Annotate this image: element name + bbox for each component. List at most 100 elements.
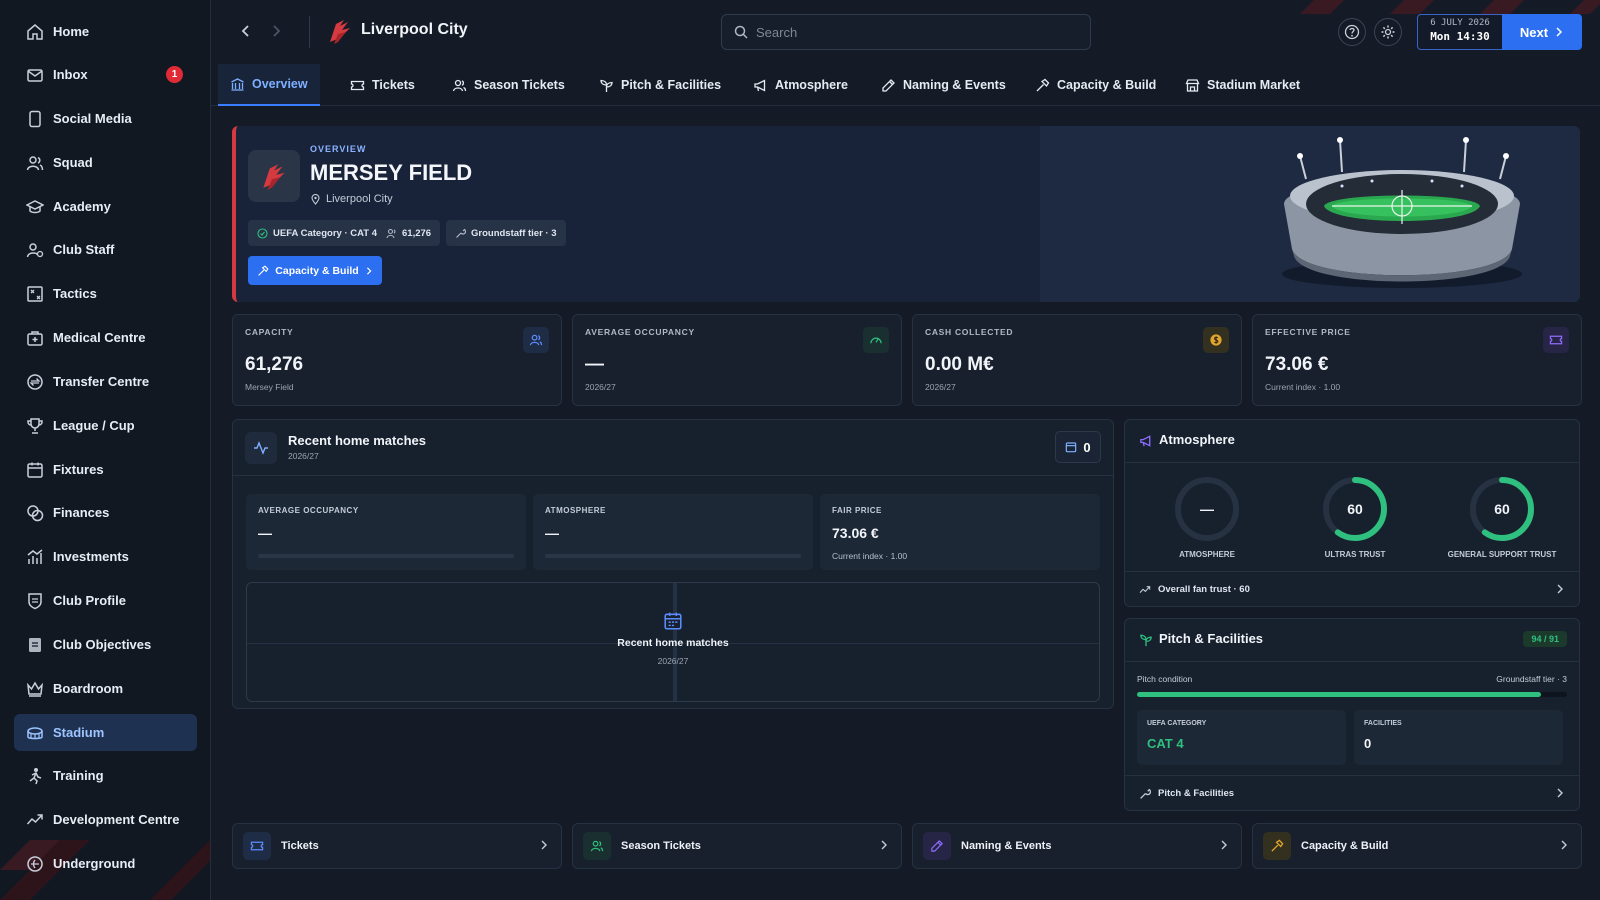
stat-label: AVERAGE OCCUPANCY <box>258 506 359 515</box>
sidebar-item-training[interactable]: Training <box>14 757 197 794</box>
kpi-capacity: CAPACITY 61,276 Mersey Field <box>232 314 562 406</box>
sidebar-item-fixtures[interactable]: Fixtures <box>14 451 197 488</box>
stat-atmosphere: ATMOSPHERE — <box>533 494 813 570</box>
tab-label: Atmosphere <box>775 78 848 92</box>
coin-icon <box>1210 334 1222 346</box>
sidebar-item-finances[interactable]: Finances <box>14 494 197 531</box>
location-pin-icon <box>311 193 320 205</box>
season-tickets-link-card[interactable]: Season Tickets <box>572 823 902 869</box>
panel-subtitle: 2026/27 <box>288 451 319 461</box>
sidebar-item-inbox[interactable]: Inbox 1 <box>14 56 197 93</box>
kpi-icon-box <box>863 327 889 353</box>
sidebar-item-investments[interactable]: Investments <box>14 538 197 575</box>
sidebar-item-label: Club Staff <box>53 242 115 257</box>
transfer-icon <box>27 373 43 390</box>
tab-label: Tickets <box>372 78 415 92</box>
sidebar-item-label: Medical Centre <box>53 330 146 345</box>
sidebar-item-label: Club Profile <box>53 593 126 608</box>
chevron-right-icon <box>1561 840 1567 850</box>
calendar-icon <box>27 462 43 478</box>
users-icon <box>26 155 44 170</box>
help-button[interactable] <box>1338 18 1366 46</box>
pitch-facilities-link[interactable]: Pitch & Facilities <box>1125 775 1579 811</box>
groundstaff-pill: Groundstaff tier · 3 <box>446 220 566 246</box>
tab-overview[interactable]: Overview <box>218 64 320 106</box>
card-label: FACILITIES <box>1364 720 1402 727</box>
card-value: CAT 4 <box>1147 736 1184 751</box>
match-count: 0 <box>1083 439 1091 455</box>
sidebar-item-league-cup[interactable]: League / Cup <box>14 407 197 444</box>
sidebar-item-underground[interactable]: Underground <box>14 845 197 882</box>
trophy-icon <box>27 417 43 434</box>
hammer-icon <box>258 264 269 276</box>
capacity-build-link-card[interactable]: Capacity & Build <box>1252 823 1582 869</box>
naming-events-link-card[interactable]: Naming & Events <box>912 823 1242 869</box>
tab-naming-events[interactable]: Naming & Events <box>881 64 1006 106</box>
sidebar-item-squad[interactable]: Squad <box>14 144 197 181</box>
trend-up-icon <box>1139 585 1151 593</box>
sidebar-item-development-centre[interactable]: Development Centre <box>14 801 197 838</box>
chevron-right-icon <box>366 266 372 275</box>
kpi-sub: 2026/27 <box>585 382 616 392</box>
search-box[interactable] <box>721 14 1091 50</box>
pill-label: UEFA Category · CAT 4 <box>273 227 377 239</box>
forward-arrow-icon[interactable] <box>265 20 287 42</box>
tab-season-tickets[interactable]: Season Tickets <box>452 64 565 106</box>
home-icon <box>27 23 43 40</box>
tab-label: Overview <box>252 77 308 91</box>
ultras-trust-gauge-ring: 60 <box>1323 477 1387 541</box>
gauge-value: — <box>1200 501 1214 517</box>
sidebar-item-label: Investments <box>53 549 129 564</box>
sidebar-item-stadium[interactable]: Stadium <box>14 714 197 751</box>
overall-fan-trust-link[interactable]: Overall fan trust · 60 <box>1125 571 1579 607</box>
coins-icon <box>27 504 44 521</box>
sidebar-item-medical-centre[interactable]: Medical Centre <box>14 319 197 356</box>
capacity-build-button[interactable]: Capacity & Build <box>248 256 382 285</box>
tickets-link-card[interactable]: Tickets <box>232 823 562 869</box>
sidebar-item-social-media[interactable]: Social Media <box>14 100 197 137</box>
general-support-gauge-ring: 60 <box>1470 477 1534 541</box>
next-button[interactable]: Next <box>1502 14 1582 50</box>
tab-pitch-facilities[interactable]: Pitch & Facilities <box>599 64 721 106</box>
sidebar-item-academy[interactable]: Academy <box>14 188 197 225</box>
settings-button[interactable] <box>1374 18 1402 46</box>
panel-title: Recent home matches <box>288 433 426 448</box>
stadium-location: Liverpool City <box>310 193 393 205</box>
sidebar-item-home[interactable]: Home <box>14 13 197 50</box>
gauge-general-support-trust: 60 GENERAL SUPPORT TRUST <box>1448 476 1556 559</box>
hero-club-logo <box>248 150 300 202</box>
club-logo-icon[interactable] <box>326 16 354 46</box>
search-input[interactable] <box>756 24 1076 40</box>
facilities-card: FACILITIES 0 <box>1354 710 1563 765</box>
users-icon <box>590 840 604 852</box>
club-name[interactable]: Liverpool City <box>361 21 468 39</box>
match-count-button[interactable]: 0 <box>1055 431 1101 463</box>
gauge-atmosphere: — ATMOSPHERE <box>1167 476 1247 559</box>
gauge-ultras-trust: 60 ULTRAS TRUST <box>1315 476 1395 559</box>
pitch-facilities-panel: Pitch & Facilities 94 / 91 Pitch conditi… <box>1124 618 1580 811</box>
calendar-icon <box>664 612 682 630</box>
location-text: Liverpool City <box>326 193 393 205</box>
card-label: Tickets <box>281 840 319 852</box>
underground-icon <box>27 855 43 872</box>
tab-tickets[interactable]: Tickets <box>350 64 415 106</box>
users-icon <box>529 334 543 346</box>
tab-stadium-market[interactable]: Stadium Market <box>1185 64 1300 106</box>
back-arrow-icon[interactable] <box>235 20 257 42</box>
sidebar-item-club-profile[interactable]: Club Profile <box>14 582 197 619</box>
time-line: Mon 14:30 <box>1430 30 1490 43</box>
pen-icon <box>882 78 895 92</box>
sidebar-item-transfer-centre[interactable]: Transfer Centre <box>14 363 197 400</box>
kpi-value: 0.00 M€ <box>925 354 994 375</box>
graduation-cap-icon <box>26 199 44 213</box>
sidebar-item-label: Club Objectives <box>53 637 152 652</box>
sidebar-item-club-objectives[interactable]: Club Objectives <box>14 626 197 663</box>
megaphone-icon <box>754 78 766 92</box>
tab-capacity-build[interactable]: Capacity & Build <box>1035 64 1156 106</box>
game-date: 6 JULY 2026 Mon 14:30 <box>1417 14 1503 50</box>
sidebar-item-boardroom[interactable]: Boardroom <box>14 670 197 707</box>
chevron-right-icon <box>881 840 887 850</box>
sidebar-item-club-staff[interactable]: Club Staff <box>14 231 197 268</box>
tab-atmosphere[interactable]: Atmosphere <box>753 64 848 106</box>
sidebar-item-tactics[interactable]: Tactics <box>14 275 197 312</box>
